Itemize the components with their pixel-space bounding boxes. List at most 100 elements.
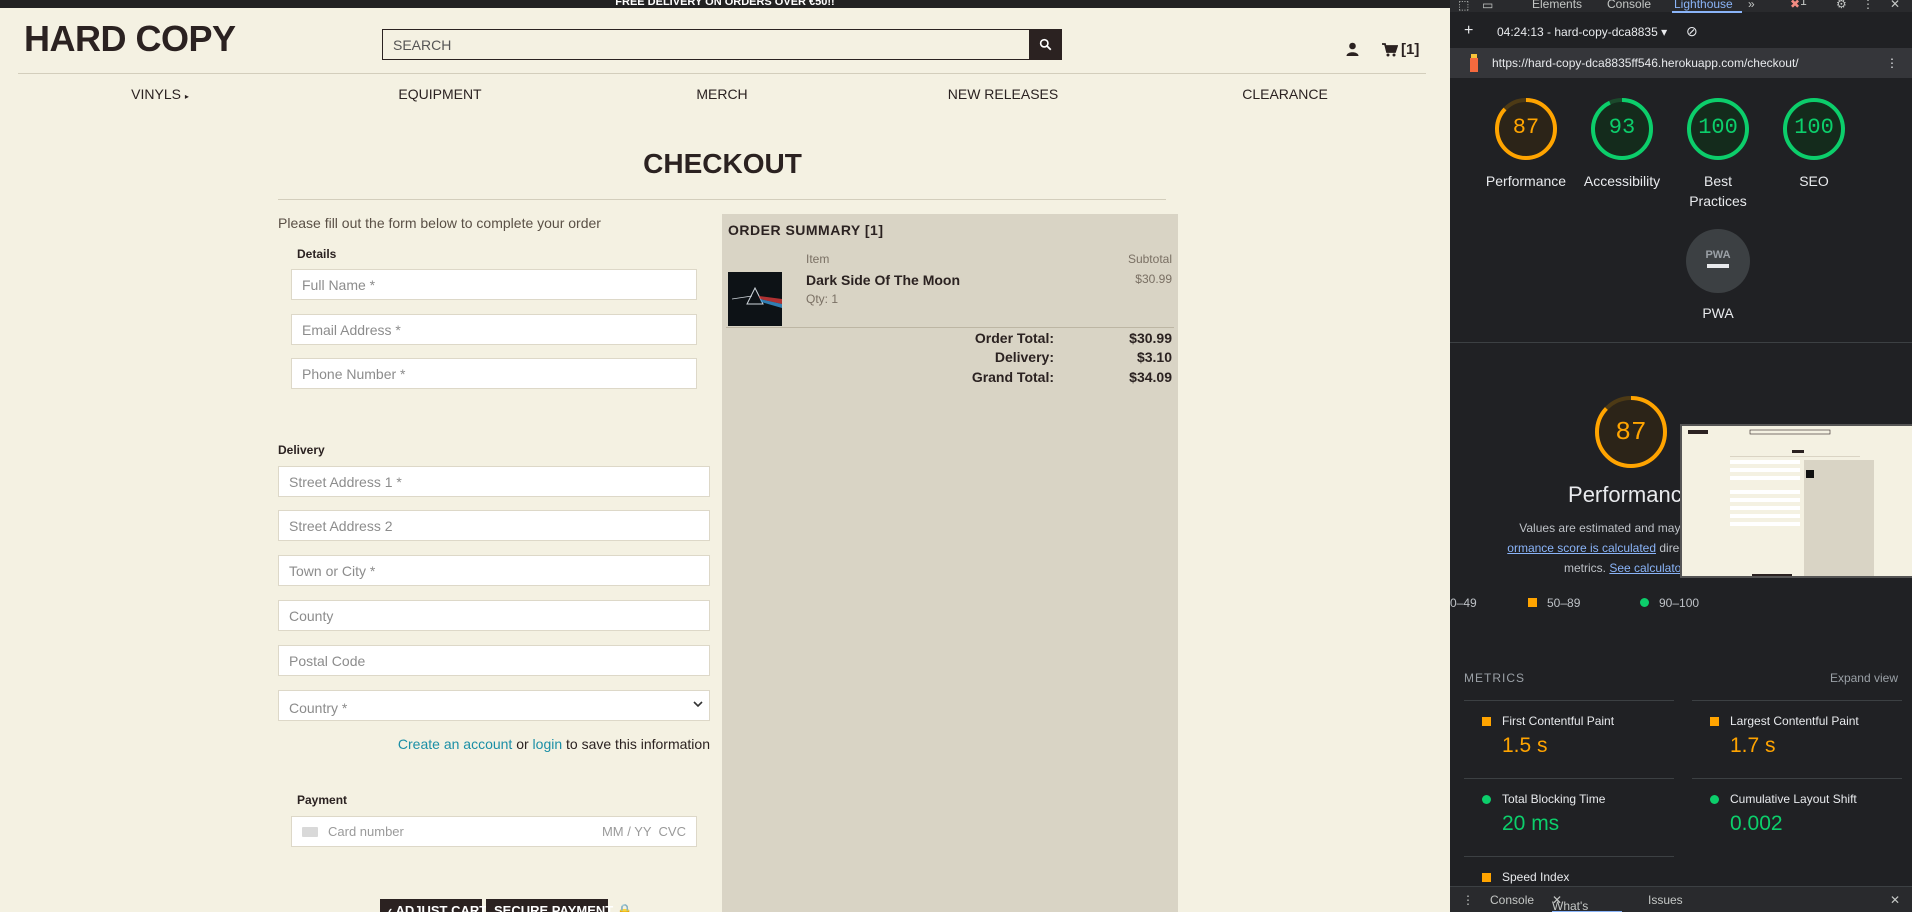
title-divider (278, 199, 1166, 200)
square-orange-icon (1528, 598, 1537, 607)
legend-pass: 90–100 (1640, 596, 1699, 610)
devtools-panel: ⬚ ▭ Elements Console Lighthouse » ✖ 1 ⚙ … (1450, 0, 1912, 912)
grand-total-value: $34.09 (1129, 369, 1172, 385)
search-bar (382, 29, 1062, 60)
plus-icon[interactable]: + (1464, 22, 1473, 40)
score-pwa[interactable]: PWA PWA (1672, 228, 1764, 323)
card-number-placeholder: Card number (328, 824, 404, 839)
column-item: Item (806, 252, 830, 266)
nav-merch[interactable]: MERCH (696, 86, 747, 102)
tab-elements[interactable]: Elements (1532, 0, 1582, 11)
tab-console[interactable]: Console (1607, 0, 1651, 11)
error-badge[interactable]: ✖ 1 (1790, 0, 1807, 11)
full-name-field[interactable] (291, 269, 697, 300)
login-link[interactable]: login (533, 736, 563, 752)
score-accessibility[interactable]: 93 Accessibility (1576, 96, 1668, 191)
performance-gauge-large: 87 (1593, 394, 1669, 475)
drawer-tabbar: ⋮ Console What's New ✕ Issues ✕ (1450, 886, 1912, 912)
score-best-practices[interactable]: 100 Best Practices (1672, 96, 1764, 211)
score-performance[interactable]: 87 Performance (1480, 96, 1572, 191)
nav-new-releases[interactable]: NEW RELEASES (948, 86, 1058, 102)
delivery-value: $3.10 (1136, 349, 1172, 365)
order-total-row: Order Total: $30.99 (974, 330, 1172, 346)
main-nav: VINYLS ▸ EQUIPMENT MERCH NEW RELEASES CL… (18, 86, 1426, 106)
devtools-tabbar: ⬚ ▭ Elements Console Lighthouse » ✖ 1 ⚙ … (1450, 0, 1912, 13)
more-options-icon[interactable]: ⋮ (1862, 0, 1874, 11)
clear-icon[interactable]: ⊘ (1686, 23, 1698, 40)
more-tabs-icon[interactable]: » (1748, 0, 1755, 11)
country-select[interactable]: Country * (278, 690, 710, 721)
county-field[interactable] (278, 600, 710, 631)
nav-clearance[interactable]: CLEARANCE (1242, 86, 1328, 102)
adjust-cart-button[interactable]: ‹ ADJUST CART (380, 899, 487, 912)
report-selector[interactable]: 04:24:13 - hard-copy-dca8835 ▾ (1497, 25, 1667, 39)
order-summary-title: ORDER SUMMARY [1] (728, 222, 884, 238)
close-devtools-icon[interactable]: ✕ (1890, 0, 1900, 11)
email-field[interactable] (291, 314, 697, 345)
card-element[interactable]: Card number MM / YY CVC (291, 816, 697, 847)
phone-field[interactable] (291, 358, 697, 389)
circle-green-icon (1482, 795, 1491, 804)
metrics-title: METRICS (1464, 671, 1525, 685)
street-address-2-field[interactable] (278, 510, 710, 541)
product-name[interactable]: Dark Side Of The Moon (806, 272, 960, 288)
square-orange-icon (1482, 717, 1491, 726)
settings-icon[interactable]: ⚙ (1836, 0, 1847, 11)
credit-card-icon (302, 826, 318, 837)
country-placeholder: Country * (289, 700, 348, 716)
postal-code-field[interactable] (278, 645, 710, 676)
circle-green-icon (1640, 598, 1649, 607)
drawer-tab-issues[interactable]: Issues (1648, 893, 1683, 907)
circle-green-icon (1710, 795, 1719, 804)
score-seo[interactable]: 100 SEO (1768, 96, 1860, 191)
final-screenshot-thumbnail[interactable] (1680, 424, 1912, 578)
score-calculated-link[interactable]: ormance score is calculated (1507, 541, 1656, 555)
delivery-row: Delivery: $3.10 (994, 349, 1172, 365)
device-toolbar-icon[interactable]: ▭ (1482, 0, 1493, 12)
lighthouse-toolbar: + 04:24:13 - hard-copy-dca8835 ▾ ⊘ (1450, 20, 1912, 46)
product-subtotal: $30.99 (1135, 272, 1172, 286)
order-total-value: $30.99 (1129, 330, 1172, 346)
card-exp-cvc-placeholder: MM / YY CVC (601, 824, 686, 839)
nav-vinyls[interactable]: VINYLS ▸ (131, 86, 189, 102)
square-orange-icon (1710, 717, 1719, 726)
site-logo[interactable]: HARD COPY (24, 18, 236, 60)
town-city-field[interactable] (278, 555, 710, 586)
details-label: Details (297, 247, 337, 261)
svg-text:PWA: PWA (1705, 249, 1730, 261)
product-image[interactable] (728, 272, 782, 326)
inspect-icon[interactable]: ⬚ (1458, 0, 1469, 12)
checkout-intro: Please fill out the form below to comple… (278, 215, 601, 231)
drawer-tab-whats-new[interactable]: What's New ✕ (1552, 893, 1588, 912)
close-drawer-icon[interactable]: ✕ (1890, 893, 1900, 907)
payment-label: Payment (297, 793, 348, 807)
drawer-menu-icon[interactable]: ⋮ (1462, 893, 1474, 907)
lock-icon: 🔒 (616, 903, 634, 912)
secure-payment-button[interactable]: SECURE PAYMENT 🔒 (486, 899, 633, 912)
active-tab-indicator (1672, 11, 1742, 13)
street-address-1-field[interactable] (278, 466, 710, 497)
drawer-tab-console[interactable]: Console (1490, 893, 1534, 907)
expand-view-toggle[interactable]: Expand view (1830, 671, 1898, 685)
report-url-bar: https://hard-copy-dca8835ff546.herokuapp… (1450, 48, 1912, 78)
report-url: https://hard-copy-dca8835ff546.herokuapp… (1492, 56, 1799, 70)
column-subtotal: Subtotal (1127, 252, 1172, 266)
search-input[interactable] (383, 30, 1029, 59)
devtools-divider (1450, 342, 1912, 343)
cart-button[interactable]: [1] (1382, 41, 1419, 58)
delivery-banner: FREE DELIVERY ON ORDERS OVER €50!! (0, 0, 1450, 8)
legend-average: 50–89 (1528, 596, 1580, 610)
save-info-text: Create an account or login to save this … (397, 736, 710, 752)
search-button[interactable] (1029, 30, 1061, 59)
order-summary: ORDER SUMMARY [1] Item Subtotal Dark Sid… (722, 214, 1178, 912)
legend-fail: 0–49 (1450, 596, 1477, 610)
see-calculator-link[interactable]: See calculator. (1609, 561, 1688, 575)
chevron-down-icon (693, 701, 703, 708)
grand-total-row: Grand Total: $34.09 (971, 369, 1172, 385)
tab-lighthouse[interactable]: Lighthouse (1674, 0, 1733, 11)
account-icon[interactable] (1346, 42, 1359, 61)
summary-divider (726, 327, 1174, 328)
report-menu-icon[interactable]: ⋮ (1886, 56, 1898, 70)
create-account-link[interactable]: Create an account (398, 736, 512, 752)
nav-equipment[interactable]: EQUIPMENT (398, 86, 481, 102)
